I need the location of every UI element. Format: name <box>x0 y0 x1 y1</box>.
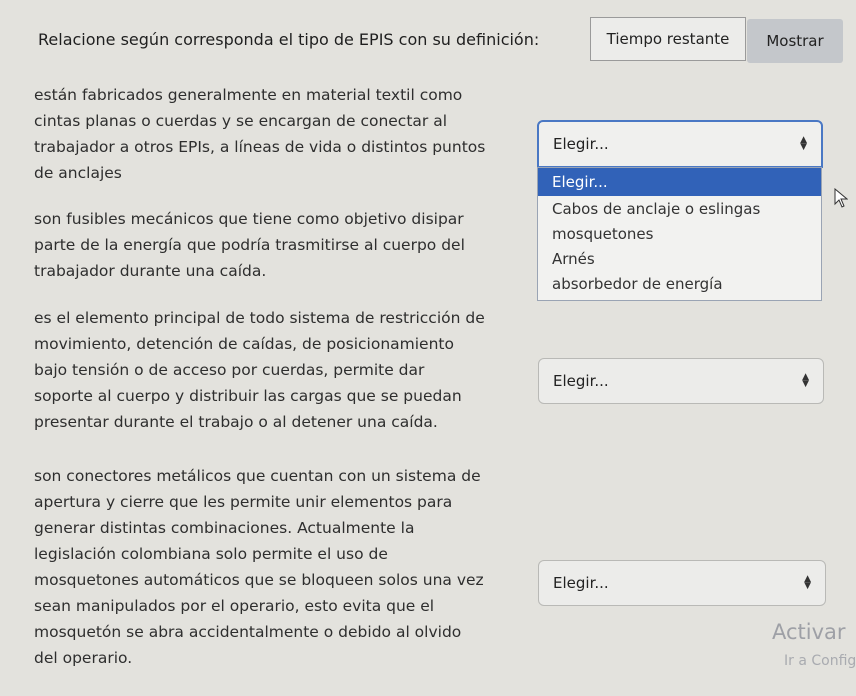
definition-line: apertura y cierre que les permite unir e… <box>34 493 453 511</box>
definition-line: son fusibles mecánicos que tiene como ob… <box>34 210 464 228</box>
definition-3: es el elemento principal de todo sistema… <box>34 305 534 435</box>
select-arrows-icon: ▲ ▼ <box>800 135 807 152</box>
definition-line: de anclajes <box>34 164 122 182</box>
definition-line: mosquetón se abra accidentalmente o debi… <box>34 623 462 641</box>
dropdown-option[interactable]: absorbedor de energía <box>538 271 821 296</box>
activation-watermark-title: Activar <box>772 620 846 644</box>
definition-line: movimiento, detención de caídas, de posi… <box>34 335 454 353</box>
select-value: Elegir... <box>553 574 609 592</box>
definition-line: presentar durante el trabajo o al detene… <box>34 413 438 431</box>
select-arrows-icon: ▲ ▼ <box>802 372 809 389</box>
select-arrows-icon: ▲ ▼ <box>804 574 811 591</box>
definition-line: del operario. <box>34 649 133 667</box>
definition-4: son conectores metálicos que cuentan con… <box>34 463 534 671</box>
show-button[interactable]: Mostrar <box>747 19 843 63</box>
question-title: Relacione según corresponda el tipo de E… <box>38 30 540 49</box>
answer-select-4[interactable]: Elegir... ▲ ▼ <box>538 560 826 606</box>
definition-1: están fabricados generalmente en materia… <box>34 82 534 186</box>
activation-watermark-subtitle: Ir a Config <box>784 653 856 669</box>
select-value: Elegir... <box>553 372 609 390</box>
answer-select-1[interactable]: Elegir... ▲ ▼ <box>537 120 823 168</box>
definition-2: son fusibles mecánicos que tiene como ob… <box>34 206 534 284</box>
definition-line: trabajador a otros EPIs, a líneas de vid… <box>34 138 486 156</box>
definition-line: mosquetones automáticos que se bloqueen … <box>34 571 484 589</box>
timer-box: Tiempo restante <box>590 17 746 61</box>
dropdown-list: Elegir... Cabos de anclaje o eslingas mo… <box>537 167 822 301</box>
definition-line: son conectores metálicos que cuentan con… <box>34 467 481 485</box>
answer-select-3[interactable]: Elegir... ▲ ▼ <box>538 358 824 404</box>
definition-line: parte de la energía que podría trasmitir… <box>34 236 465 254</box>
definition-line: trabajador durante una caída. <box>34 262 267 280</box>
mouse-cursor-icon <box>834 188 848 208</box>
dropdown-option[interactable]: Arnés <box>538 246 821 271</box>
definition-line: bajo tensión o de acceso por cuerdas, pe… <box>34 361 425 379</box>
definition-line: sean manipulados por el operario, esto e… <box>34 597 435 615</box>
definition-line: cintas planas o cuerdas y se encargan de… <box>34 112 448 130</box>
dropdown-option[interactable]: Elegir... <box>538 168 821 196</box>
dropdown-option[interactable]: mosquetones <box>538 221 821 246</box>
definition-line: legislación colombiana solo permite el u… <box>34 545 388 563</box>
definition-line: es el elemento principal de todo sistema… <box>34 309 485 327</box>
dropdown-option[interactable]: Cabos de anclaje o eslingas <box>538 196 821 221</box>
definition-line: generar distintas combinaciones. Actualm… <box>34 519 415 537</box>
definition-line: soporte al cuerpo y distribuir las carga… <box>34 387 462 405</box>
select-value: Elegir... <box>553 135 609 153</box>
definition-line: están fabricados generalmente en materia… <box>34 86 463 104</box>
